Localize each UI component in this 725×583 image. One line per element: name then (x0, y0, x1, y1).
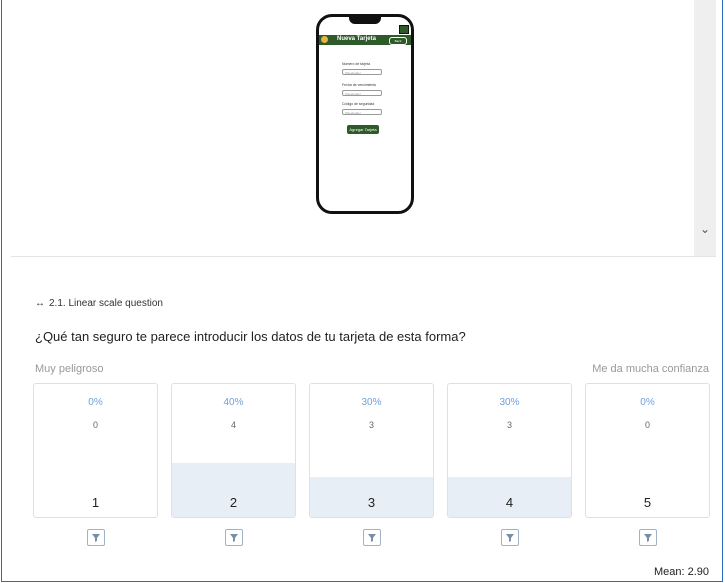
option-percent: 30% (499, 397, 520, 408)
app-title: Nueva Tarjeta (337, 36, 376, 42)
option-count: 4 (230, 420, 236, 430)
back-icon (321, 36, 328, 43)
scale-option-3[interactable]: 30% 3 3 (309, 383, 434, 518)
scale-option-1[interactable]: 0% 0 1 (33, 383, 158, 518)
app-header-button: Back (389, 37, 407, 45)
scale-option-4[interactable]: 30% 3 4 (447, 383, 572, 518)
linear-scale-icon: ↔ (35, 298, 45, 309)
add-card-button: Agregar Tarjeta (347, 125, 379, 134)
form-label: Fecha de vencimiento (342, 83, 377, 87)
app-header: Nueva Tarjeta Back (319, 35, 411, 45)
option-count: 3 (506, 420, 512, 430)
scale-min-label: Muy peligroso (35, 363, 104, 375)
filter-button[interactable] (225, 529, 243, 546)
form-field: Placeholder (342, 109, 382, 115)
scale-option-5[interactable]: 0% 0 5 (585, 383, 710, 518)
phone-notch (349, 17, 381, 24)
chevron-down-icon[interactable]: ⌄ (698, 222, 712, 236)
form-field: Placeholder (342, 90, 382, 96)
phone-mockup: Nueva Tarjeta Back Número de tarjeta Pla… (316, 14, 414, 214)
form-label: Código de seguridad (342, 102, 375, 106)
option-percent: 0% (640, 397, 655, 408)
filter-icon (644, 534, 652, 542)
filter-button[interactable] (639, 529, 657, 546)
option-percent: 40% (223, 397, 244, 408)
filter-button[interactable] (363, 529, 381, 546)
filter-icon (230, 534, 238, 542)
card-icon (399, 25, 409, 34)
question-text: ¿Qué tan seguro te parece introducir los… (35, 329, 466, 344)
form-field: Placeholder (342, 69, 382, 75)
option-count: 3 (368, 420, 374, 430)
filter-button[interactable] (501, 529, 519, 546)
option-value: 5 (643, 495, 652, 510)
mean-value: Mean: 2.90 (653, 566, 709, 578)
filter-icon (92, 534, 100, 542)
option-value: 2 (229, 495, 238, 510)
filter-icon (506, 534, 514, 542)
filter-icon (368, 534, 376, 542)
option-value: 4 (505, 495, 514, 510)
question-type-label: 2.1. Linear scale question (49, 298, 163, 309)
option-count: 0 (644, 420, 650, 430)
filter-button[interactable] (87, 529, 105, 546)
form-label: Número de tarjeta (342, 62, 371, 66)
option-value: 1 (91, 495, 100, 510)
option-percent: 30% (361, 397, 382, 408)
option-percent: 0% (88, 397, 103, 408)
survey-panel: Nueva Tarjeta Back Número de tarjeta Pla… (1, 0, 723, 582)
scale-option-2[interactable]: 40% 4 2 (171, 383, 296, 518)
option-value: 3 (367, 495, 376, 510)
option-count: 0 (92, 420, 98, 430)
preview-scrollbar[interactable]: ⌄ (694, 0, 716, 256)
scale-max-label: Me da mucha confianza (592, 363, 709, 375)
question-type: ↔ 2.1. Linear scale question (35, 298, 163, 309)
image-preview: Nueva Tarjeta Back Número de tarjeta Pla… (11, 0, 716, 257)
